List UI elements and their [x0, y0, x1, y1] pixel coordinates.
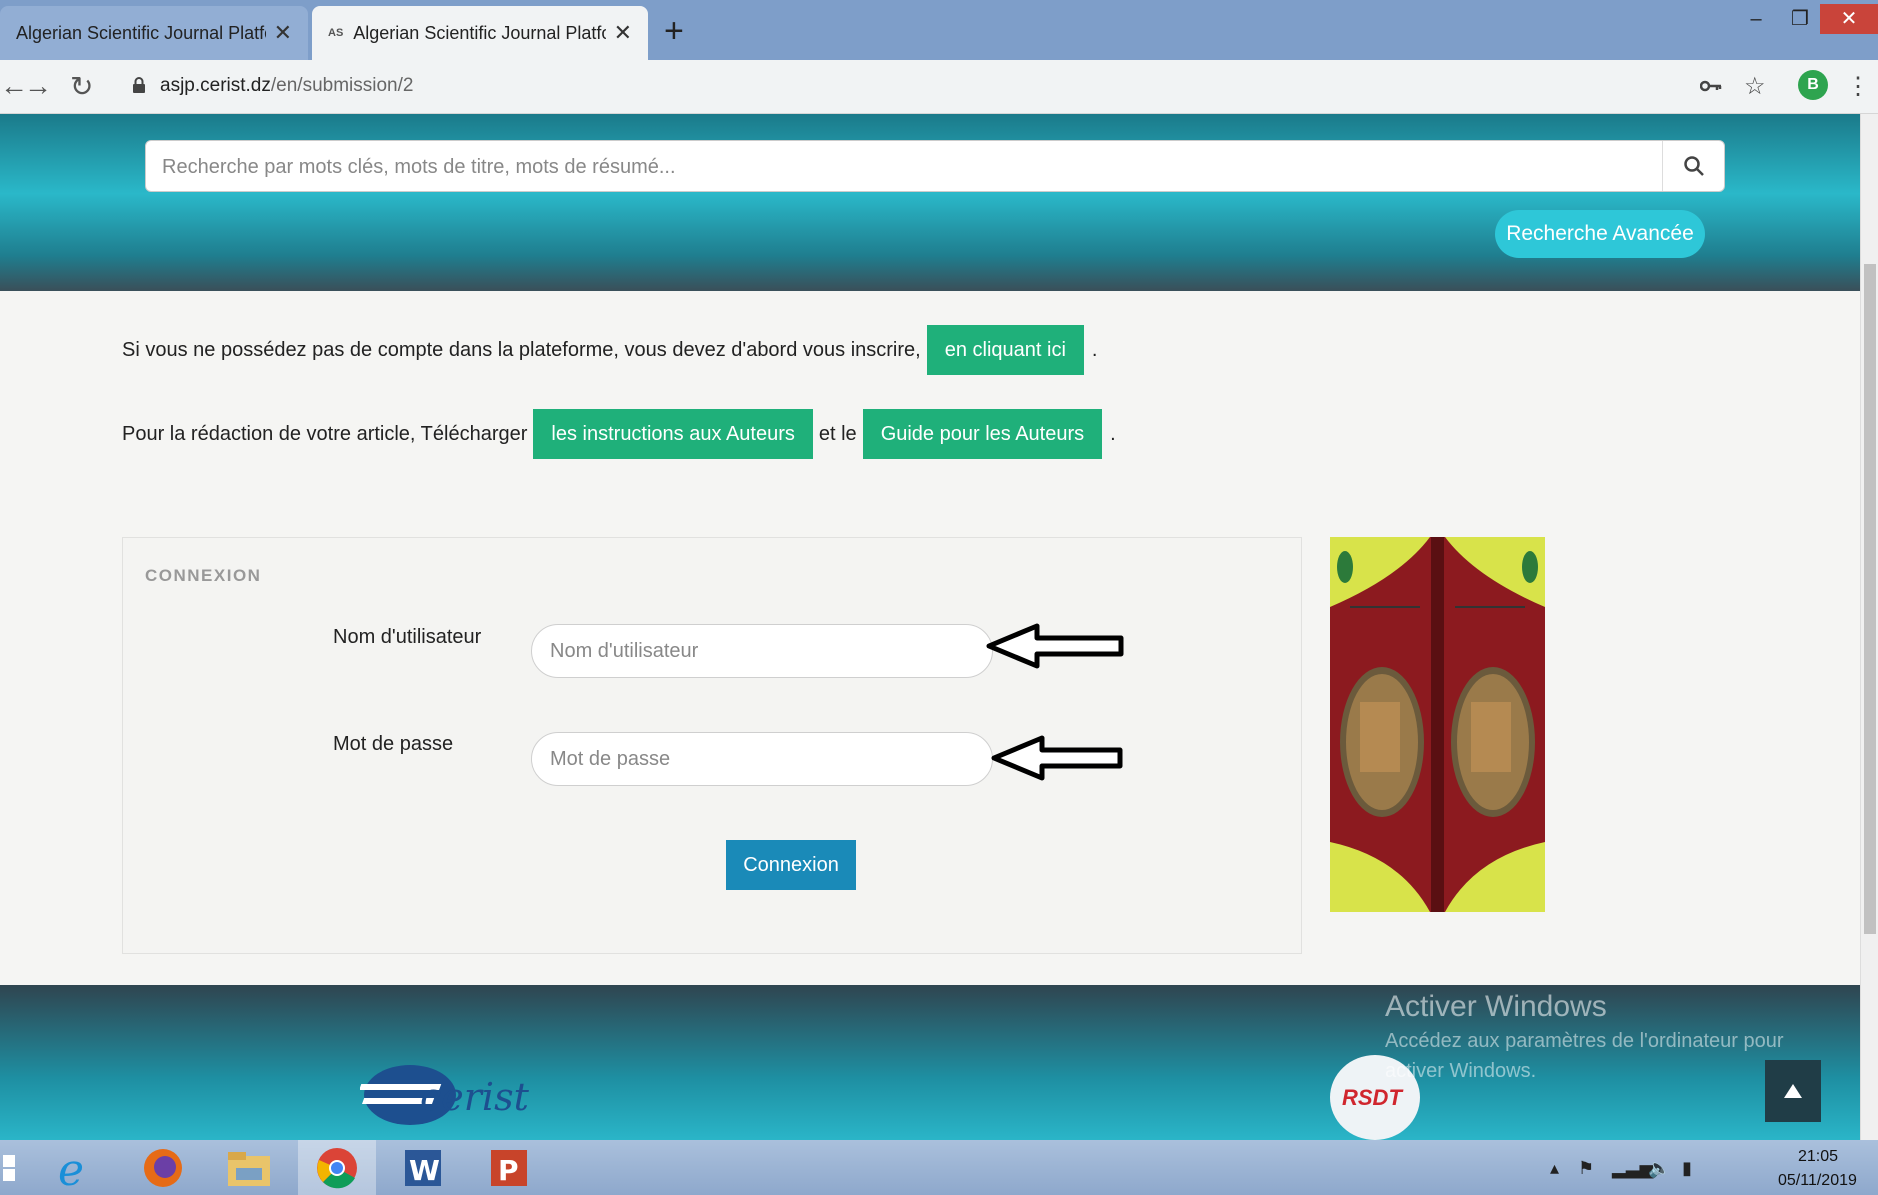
clock-time[interactable]: 21:05	[1798, 1148, 1838, 1166]
instructions-line: Pour la rédaction de votre article, Télé…	[122, 409, 1116, 459]
instructions-text: Pour la rédaction de votre article, Télé…	[122, 422, 528, 445]
restore-button[interactable]: ❐	[1776, 4, 1824, 34]
author-guide-button[interactable]: Guide pour les Auteurs	[862, 409, 1103, 459]
activation-watermark-line2: activer Windows.	[1385, 1060, 1537, 1082]
registration-end: .	[1091, 338, 1098, 361]
instructions-end: .	[1110, 422, 1116, 445]
advanced-search-button[interactable]: Recherche Avancée	[1495, 210, 1705, 258]
window-close-button[interactable]: ✕	[1820, 4, 1878, 34]
instructions-and: et le	[818, 422, 857, 445]
scroll-to-top-button[interactable]	[1765, 1060, 1821, 1122]
lock-icon	[132, 76, 146, 99]
username-input[interactable]	[531, 624, 993, 678]
profile-avatar[interactable]: B	[1798, 70, 1828, 100]
search-input[interactable]	[162, 149, 1642, 185]
reload-icon[interactable]: ↻	[70, 70, 93, 103]
svg-text:P: P	[498, 1154, 519, 1187]
battery-icon[interactable]: ▮	[1682, 1158, 1692, 1179]
login-button[interactable]: Connexion	[726, 840, 856, 890]
password-input[interactable]	[531, 732, 993, 786]
search-button[interactable]	[1662, 141, 1724, 191]
url-field[interactable]: asjp.cerist.dz/en/submission/2	[160, 75, 413, 97]
favicon-icon: AS	[328, 27, 344, 39]
address-bar: ← → ↻ asjp.cerist.dz/en/submission/2 ☆ ⋮	[0, 60, 1878, 114]
tab-title: Algerian Scientific Journal Platfor	[16, 22, 266, 43]
tab-close-icon[interactable]: ✕	[614, 20, 632, 46]
internet-explorer-icon[interactable]: e	[36, 1140, 114, 1195]
url-host: asjp.cerist.dz	[160, 75, 271, 96]
chrome-icon[interactable]	[298, 1140, 376, 1195]
activation-watermark-title: Activer Windows	[1385, 990, 1607, 1023]
rsdt-logo-text: RSDT	[1342, 1085, 1402, 1110]
firefox-icon[interactable]	[124, 1140, 202, 1195]
tray-expand-icon[interactable]: ▴	[1550, 1158, 1559, 1179]
cerist-logo[interactable]: cerist	[359, 1060, 545, 1135]
author-instructions-button[interactable]: les instructions aux Auteurs	[533, 409, 813, 459]
svg-text:W: W	[409, 1154, 440, 1187]
login-panel-title: CONNEXION	[145, 566, 262, 585]
registration-line: Si vous ne possédez pas de compte dans l…	[122, 325, 1097, 375]
page-scrollbar[interactable]	[1860, 114, 1878, 1140]
minimize-button[interactable]: –	[1732, 4, 1780, 34]
journal-cover-image	[1330, 537, 1545, 912]
registration-text: Si vous ne possédez pas de compte dans l…	[122, 338, 921, 361]
annotation-arrow-icon	[991, 735, 1123, 781]
register-link-button[interactable]: en cliquant ici	[926, 325, 1084, 375]
annotation-arrow-icon	[986, 623, 1124, 669]
word-icon[interactable]: W	[384, 1140, 462, 1195]
windows-taskbar: e W P	[0, 1140, 1878, 1195]
login-panel: CONNEXION Nom d'utilisateur Mot de passe…	[122, 537, 1302, 954]
browser-tab-2[interactable]: AS Algerian Scientific Journal Platfor ✕	[312, 6, 648, 60]
new-tab-button[interactable]: +	[664, 12, 684, 51]
search-icon	[1683, 156, 1704, 176]
caret-up-icon	[1784, 1084, 1802, 1098]
tab-title: Algerian Scientific Journal Platfor	[353, 22, 606, 43]
browser-tab-bar: Algerian Scientific Journal Platfor ✕ AS…	[0, 0, 1878, 60]
password-label: Mot de passe	[333, 733, 454, 755]
svg-text:e: e	[58, 1145, 84, 1191]
volume-icon[interactable]: 🔈	[1648, 1158, 1670, 1179]
clock-date[interactable]: 05/11/2019	[1778, 1172, 1857, 1190]
forward-icon[interactable]: →	[24, 70, 52, 102]
search-bar	[145, 140, 1725, 192]
username-label: Nom d'utilisateur	[333, 626, 482, 648]
bookmark-star-icon[interactable]: ☆	[1744, 72, 1766, 101]
browser-tab-1[interactable]: Algerian Scientific Journal Platfor ✕	[0, 6, 308, 60]
action-center-flag-icon[interactable]: ⚑	[1578, 1158, 1594, 1179]
scrollbar-thumb[interactable]	[1864, 264, 1876, 934]
start-button[interactable]	[0, 1140, 20, 1195]
key-icon[interactable]	[1699, 72, 1722, 100]
url-path: /en/submission/2	[270, 75, 414, 96]
activation-watermark-line1: Accédez aux paramètres de l'ordinateur p…	[1385, 1030, 1784, 1052]
tab-close-icon[interactable]: ✕	[274, 20, 292, 46]
menu-icon[interactable]: ⋮	[1846, 72, 1870, 101]
file-explorer-icon[interactable]	[210, 1140, 288, 1195]
cerist-logo-text: cerist	[420, 1075, 530, 1119]
powerpoint-icon[interactable]: P	[470, 1140, 548, 1195]
